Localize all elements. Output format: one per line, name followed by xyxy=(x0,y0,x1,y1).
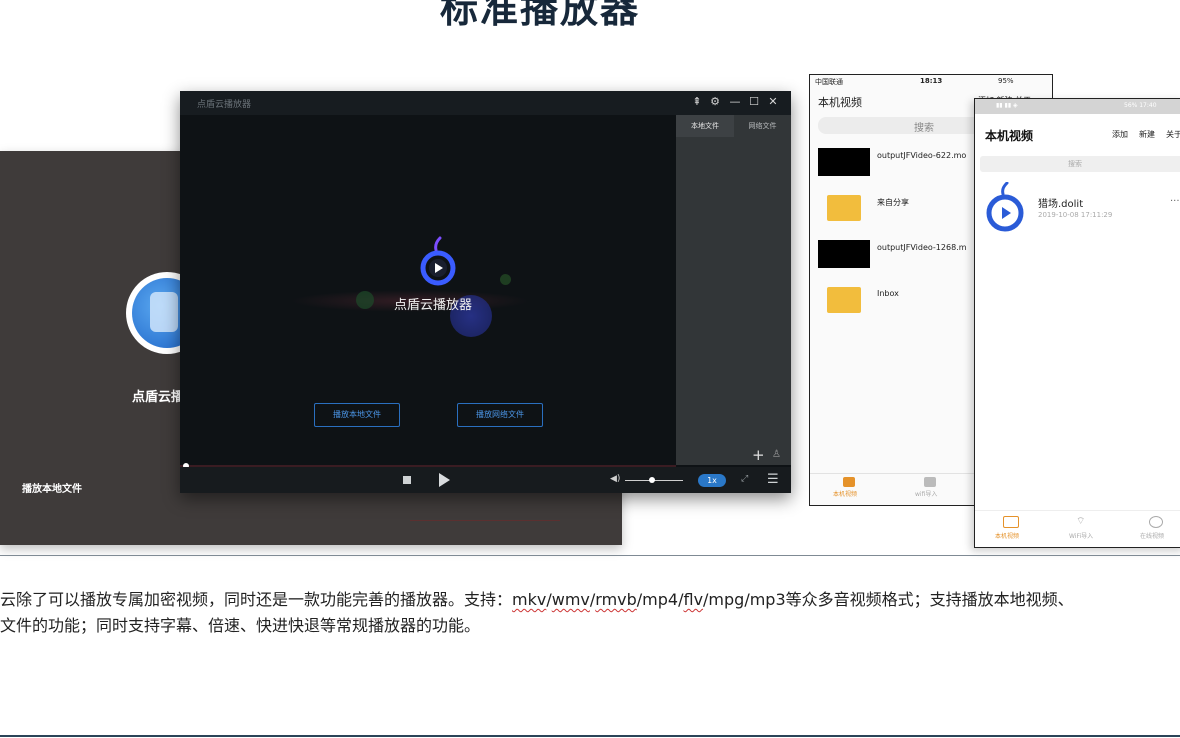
tab-local-video[interactable]: 本机视频 xyxy=(833,489,857,498)
tab-wifi-import[interactable]: wifi导入 xyxy=(915,489,937,498)
list-item[interactable]: Inbox xyxy=(877,289,899,298)
wifi-import-icon[interactable] xyxy=(924,477,936,487)
settings-icon[interactable]: ⚙ xyxy=(708,95,722,108)
phone1-page-title: 本机视频 xyxy=(818,96,862,109)
file-date: 2019-10-08 17:11:29 xyxy=(1038,211,1113,219)
phone2-page-title: 本机视频 xyxy=(985,129,1034,143)
minimize-icon[interactable]: — xyxy=(728,95,742,108)
player-window-title: 点盾云播放器 xyxy=(197,100,252,110)
description-line-2: 文件的功能；同时支持字幕、倍速、快进快退等常规播放器的功能。 xyxy=(0,616,481,635)
format-flv: flv xyxy=(683,590,704,609)
tab-online-video[interactable]: 在线视频 xyxy=(1140,531,1164,540)
video-thumbnail[interactable] xyxy=(818,240,870,268)
user-icon[interactable]: ♙ xyxy=(772,449,781,460)
fullscreen-icon[interactable]: ⤢ xyxy=(741,474,748,484)
playlist-panel xyxy=(676,115,791,465)
local-video-icon[interactable] xyxy=(843,477,855,487)
signal-icon: ▮▮ ▮▮ ◈ xyxy=(996,102,1018,109)
status-battery-time: 56% 17:40 xyxy=(1124,102,1157,109)
close-icon[interactable]: ✕ xyxy=(766,95,780,108)
more-icon[interactable]: ··· xyxy=(1170,196,1180,207)
background-logo-play-icon xyxy=(150,292,178,332)
decorative-orb xyxy=(500,274,511,285)
tab-network-files[interactable]: 网络文件 xyxy=(734,115,791,137)
file-name[interactable]: 猎场.dolit xyxy=(1038,195,1083,210)
background-divider xyxy=(410,520,560,521)
decorative-orb xyxy=(356,291,374,309)
maximize-icon[interactable]: ☐ xyxy=(747,95,761,108)
description-text: 云除了可以播放专属加密视频，同时还是一款功能完善的播放器。支持： xyxy=(0,590,513,609)
format-mp3: mp3 xyxy=(749,590,786,609)
menu-icon[interactable]: ☰ xyxy=(767,472,779,487)
tab-local-video[interactable]: 本机视频 xyxy=(995,531,1019,540)
add-button[interactable]: 添加 xyxy=(1112,129,1128,140)
description-line-1: 云除了可以播放专属加密视频，同时还是一款功能完善的播放器。支持：mkv/wmv/… xyxy=(0,590,1074,609)
tab-wifi-import[interactable]: WiFi导入 xyxy=(1069,531,1093,540)
status-battery: 95% xyxy=(998,77,1014,85)
player-app-name: 点盾云播放器 xyxy=(394,298,473,313)
folder-icon[interactable] xyxy=(827,287,861,313)
wifi-icon[interactable]: ⌔ xyxy=(1076,515,1085,528)
footer-divider xyxy=(0,735,1180,737)
local-video-icon[interactable] xyxy=(1003,516,1019,528)
status-time: 18:13 xyxy=(920,77,943,85)
background-app-name: 点盾云播 xyxy=(132,390,185,405)
speed-button[interactable]: 1x xyxy=(698,474,726,487)
format-mkv: mkv xyxy=(512,590,547,609)
add-icon[interactable]: + xyxy=(752,446,765,464)
about-button[interactable]: 关于 xyxy=(1166,129,1180,140)
list-item[interactable]: 来自分享 xyxy=(877,197,909,208)
format-rmvb: rmvb xyxy=(595,590,637,609)
stop-icon[interactable] xyxy=(403,476,411,484)
background-play-local-button[interactable]: 播放本地文件 xyxy=(22,480,82,495)
format-wmv: wmv xyxy=(551,590,590,609)
pin-icon[interactable]: ⇞ xyxy=(690,95,704,108)
play-local-file-button[interactable]: 播放本地文件 xyxy=(314,403,400,427)
play-icon[interactable] xyxy=(439,473,450,487)
video-thumbnail[interactable] xyxy=(818,148,870,176)
file-logo-icon xyxy=(986,182,1024,232)
volume-icon[interactable]: ◀) xyxy=(610,474,620,484)
tab-local-files[interactable]: 本地文件 xyxy=(676,115,734,137)
section-divider xyxy=(0,555,1180,556)
online-video-icon[interactable] xyxy=(1149,516,1163,528)
status-carrier: 中国联通 xyxy=(815,78,843,86)
new-button[interactable]: 新建 xyxy=(1139,129,1155,140)
play-network-file-button[interactable]: 播放网络文件 xyxy=(457,403,543,427)
app-logo-icon xyxy=(420,236,456,286)
folder-icon[interactable] xyxy=(827,195,861,221)
page-heading: 标准播放器 xyxy=(440,0,641,31)
description-text: 等众多音视频格式；支持播放本地视频、 xyxy=(785,590,1074,609)
list-item[interactable]: outputJFVideo-622.mo xyxy=(877,151,966,160)
phone1-search-placeholder: 搜索 xyxy=(914,123,934,134)
phone2-search-placeholder: 搜索 xyxy=(1068,160,1082,168)
list-item[interactable]: outputJFVideo-1268.m xyxy=(877,243,967,252)
format-mp4: mp4 xyxy=(642,590,679,609)
format-mpg: mpg xyxy=(708,590,745,609)
